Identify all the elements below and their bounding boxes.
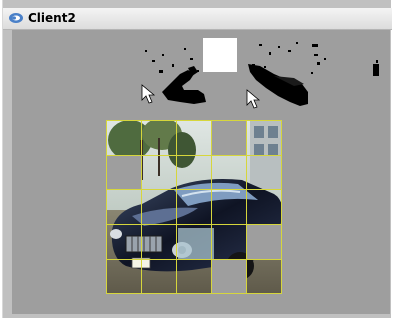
app-icon xyxy=(9,13,23,23)
dark-shape-left xyxy=(162,70,206,104)
client2-window: Client2 xyxy=(2,0,392,318)
capture-strip xyxy=(141,38,379,109)
window-title: Client2 xyxy=(28,11,76,25)
title-bar[interactable]: Client2 xyxy=(3,8,392,30)
mouse-pointer-icon xyxy=(246,89,261,109)
client-area[interactable] xyxy=(12,30,390,314)
tile-mosaic xyxy=(106,120,282,294)
remote-screen xyxy=(106,38,379,294)
mouse-pointer-icon xyxy=(141,84,156,104)
white-block xyxy=(203,38,237,72)
